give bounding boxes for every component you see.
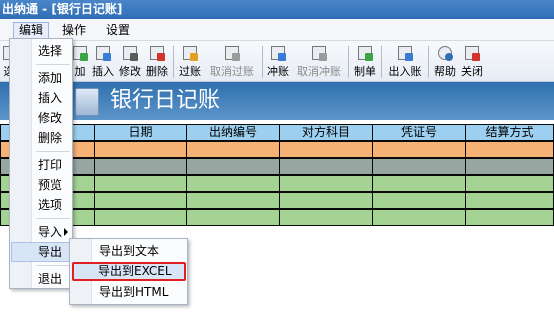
inout-icon (397, 45, 413, 61)
column-header-voucher-number[interactable]: 凭证号 (372, 124, 465, 141)
table-row[interactable] (0, 175, 554, 192)
unreverse-icon (311, 45, 327, 61)
page-banner: 银行日记账 (0, 82, 554, 120)
table-row[interactable] (0, 141, 554, 158)
toolbar-unreverse-button[interactable]: 取消冲账 (294, 44, 344, 80)
ledger-book-icon (75, 88, 99, 116)
table-cell[interactable] (279, 141, 372, 158)
menu-edit[interactable]: 编辑 (13, 22, 50, 39)
delete-icon (149, 45, 165, 61)
toolbar-help-button[interactable]: 帮助 (433, 44, 457, 80)
table-header-row: 日期 出纳编号 对方科目 凭证号 结算方式 (0, 124, 554, 141)
toolbar-post-button[interactable]: 过账 (178, 44, 202, 80)
toolbar-close-button[interactable]: 关闭 (460, 44, 484, 80)
table-cell[interactable] (465, 209, 554, 226)
menu-item-import[interactable]: 导入 (11, 222, 72, 242)
table-cell[interactable] (372, 175, 465, 192)
table-cell[interactable] (186, 209, 279, 226)
edit-menu: 选择 添加 插入 修改 删除 打印 预览 选项 导入 导出 退出 (9, 38, 73, 289)
table-row[interactable] (0, 192, 554, 209)
menu-item-exit[interactable]: 退出 (11, 269, 72, 289)
export-submenu: 导出到文本 导出到EXCEL 导出到HTML (69, 238, 188, 305)
table-cell[interactable] (94, 141, 186, 158)
table-cell[interactable] (372, 209, 465, 226)
menu-item-preview[interactable]: 预览 (11, 175, 72, 195)
menu-item-export-excel[interactable]: 导出到EXCEL (72, 262, 186, 281)
toolbar-add-button[interactable]: 加 (71, 44, 89, 80)
menu-item-print[interactable]: 打印 (11, 155, 72, 175)
menu-operation[interactable]: 操作 (57, 22, 91, 39)
menu-item-edit[interactable]: 修改 (11, 108, 72, 128)
table-cell[interactable] (465, 141, 554, 158)
column-header-settlement-method[interactable]: 结算方式 (465, 124, 554, 141)
menu-item-options[interactable]: 选项 (11, 195, 72, 215)
menu-settings[interactable]: 设置 (101, 22, 135, 39)
voucher-icon (357, 45, 373, 61)
menu-item-add[interactable]: 添加 (11, 68, 72, 88)
menu-separator (36, 64, 70, 65)
menu-separator (36, 265, 70, 266)
menu-item-import-label: 导入 (38, 225, 63, 239)
reverse-icon (270, 45, 286, 61)
edit-icon (122, 45, 138, 61)
toolbar-separator (173, 46, 174, 78)
insert-icon (95, 45, 111, 61)
table-cell[interactable] (279, 192, 372, 209)
table-row[interactable] (0, 209, 554, 226)
table-cell[interactable] (372, 158, 465, 175)
menu-item-delete[interactable]: 删除 (11, 128, 72, 148)
table-cell[interactable] (94, 175, 186, 192)
menu-item-export-html[interactable]: 导出到HTML (72, 283, 186, 302)
toolbar-delete-button[interactable]: 删除 (145, 44, 169, 80)
toolbar: 选 加 插入 修改 删除 过账 取消过账 冲账 取消冲账 制单 出入账 (0, 41, 554, 82)
menu-item-export[interactable]: 导出 (11, 242, 72, 262)
submenu-arrow-icon (64, 228, 68, 236)
table-cell[interactable] (372, 141, 465, 158)
unpost-icon (224, 45, 240, 61)
table-cell[interactable] (94, 192, 186, 209)
table-cell[interactable] (186, 158, 279, 175)
menubar: 编辑 操作 设置 (0, 19, 554, 41)
toolbar-reverse-button[interactable]: 冲账 (266, 44, 290, 80)
toolbar-separator (428, 46, 429, 78)
toolbar-separator (381, 46, 382, 78)
table-cell[interactable] (186, 141, 279, 158)
column-header-date[interactable]: 日期 (94, 124, 186, 141)
table-cell[interactable] (465, 192, 554, 209)
toolbar-voucher-button[interactable]: 制单 (353, 44, 377, 80)
page-title: 银行日记账 (110, 88, 221, 113)
toolbar-edit-button[interactable]: 修改 (118, 44, 142, 80)
menu-item-export-text[interactable]: 导出到文本 (72, 242, 186, 261)
table-cell[interactable] (465, 175, 554, 192)
table-cell[interactable] (186, 175, 279, 192)
table-cell[interactable] (94, 209, 186, 226)
post-icon (182, 45, 198, 61)
table-cell[interactable] (279, 209, 372, 226)
toolbar-unpost-button[interactable]: 取消过账 (207, 44, 257, 80)
help-icon (437, 45, 453, 61)
menu-separator (36, 151, 70, 152)
close-icon (464, 45, 480, 61)
menu-separator (36, 218, 70, 219)
table-row[interactable] (0, 158, 554, 175)
add-icon (72, 45, 88, 61)
toolbar-separator (262, 46, 263, 78)
table-cell[interactable] (186, 192, 279, 209)
toolbar-separator (348, 46, 349, 78)
table-cell[interactable] (94, 158, 186, 175)
column-header-counter-account[interactable]: 对方科目 (279, 124, 372, 141)
menu-item-insert[interactable]: 插入 (11, 88, 72, 108)
toolbar-inout-button[interactable]: 出入账 (386, 44, 424, 80)
table-cell[interactable] (372, 192, 465, 209)
window-title: 出纳通 - [银行日记账] (0, 0, 554, 19)
column-header-cashier-number[interactable]: 出纳编号 (186, 124, 279, 141)
table-cell[interactable] (279, 158, 372, 175)
toolbar-insert-button[interactable]: 插入 (91, 44, 115, 80)
table-cell[interactable] (465, 158, 554, 175)
table-cell[interactable] (279, 175, 372, 192)
menu-item-select[interactable]: 选择 (11, 41, 72, 61)
